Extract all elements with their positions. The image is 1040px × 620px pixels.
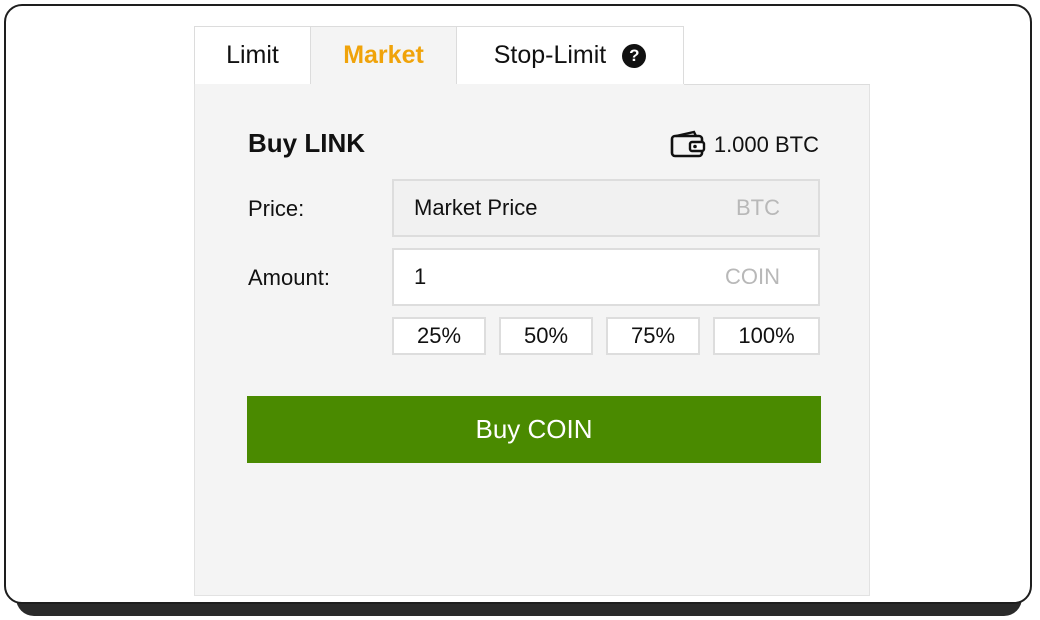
amount-label: Amount: [248, 265, 330, 290]
tab-stop-limit[interactable]: Stop-Limit ? [457, 26, 684, 84]
price-label: Price: [248, 196, 305, 221]
buy-button[interactable]: Buy COIN [247, 396, 821, 463]
percentage-buttons: 25% 50% 75% 100% [392, 317, 820, 355]
tab-market[interactable]: Market [311, 26, 457, 84]
amount-value: 1 [414, 264, 427, 289]
price-value: Market Price [414, 195, 538, 220]
percent-100-button[interactable]: 100% [713, 317, 820, 355]
wallet-icon [670, 130, 706, 158]
balance-value: 1.000 BTC [713, 132, 819, 157]
tab-limit[interactable]: Limit [194, 26, 311, 84]
tab-stop-limit-label: Stop-Limit [493, 41, 607, 69]
percent-25-button[interactable]: 25% [392, 317, 486, 355]
window-frame: Buy LINK 1.000 BTC Price: Market Price B… [4, 4, 1032, 604]
order-type-tabs: Limit Market Stop-Limit ? [194, 26, 684, 84]
percent-75-button[interactable]: 75% [606, 317, 700, 355]
panel-divider [684, 84, 870, 85]
price-unit: BTC [736, 195, 780, 220]
help-icon[interactable]: ? [622, 43, 647, 68]
balance-display: 1.000 BTC [670, 130, 819, 160]
order-panel: Buy LINK 1.000 BTC Price: Market Price B… [194, 84, 870, 596]
amount-unit: COIN [725, 264, 780, 289]
order-title: Buy LINK [248, 128, 365, 158]
order-form-widget: Buy LINK 1.000 BTC Price: Market Price B… [194, 26, 870, 596]
percent-50-button[interactable]: 50% [499, 317, 593, 355]
amount-field[interactable]: 1 COIN [392, 248, 820, 306]
price-field: Market Price BTC [392, 179, 820, 237]
